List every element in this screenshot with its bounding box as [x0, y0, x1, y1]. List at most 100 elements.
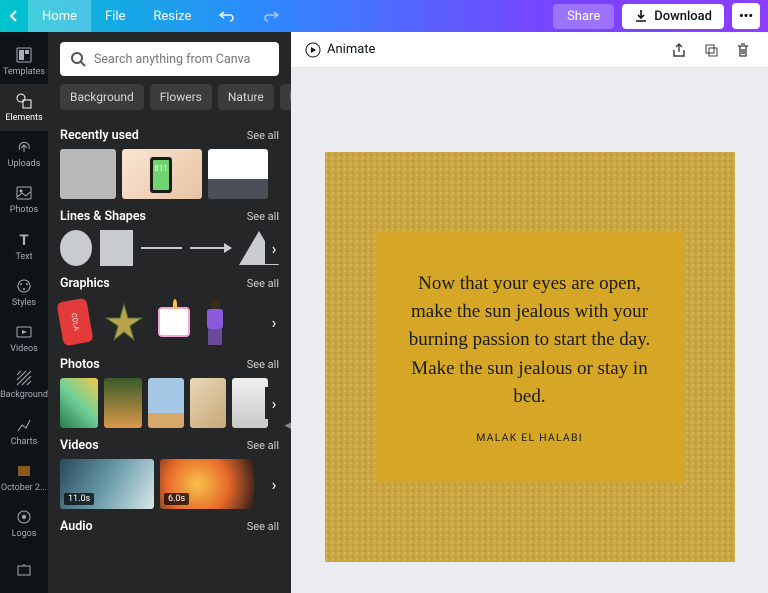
rail-label: Videos	[10, 344, 38, 354]
photos-icon	[15, 184, 33, 202]
rail-label: Text	[15, 252, 32, 262]
quote-text[interactable]: Now that your eyes are open, make the su…	[402, 270, 658, 411]
video-thumb[interactable]: 6.0s	[160, 459, 254, 509]
more-icon	[15, 561, 33, 579]
see-all-link[interactable]: See all	[247, 358, 279, 371]
rail-label: Logos	[12, 529, 37, 539]
logos-icon	[15, 508, 33, 526]
suggestion-chips: Background Flowers Nature Pastel l	[48, 84, 291, 118]
text-icon: T	[15, 231, 33, 249]
section-photos: PhotosSee all ›	[60, 357, 279, 428]
section-title: Photos	[60, 357, 100, 372]
styles-icon	[15, 277, 33, 295]
scroll-right-button[interactable]: ›	[265, 468, 283, 500]
recent-thumb[interactable]	[60, 149, 116, 199]
delete-page-button[interactable]	[732, 39, 754, 61]
canvas-toolbar: Animate	[291, 32, 768, 68]
section-audio: AudioSee all	[60, 519, 279, 534]
animate-button[interactable]: Animate	[305, 42, 375, 58]
share-button[interactable]: Share	[553, 4, 614, 29]
section-graphics: GraphicsSee all COLA ›	[60, 276, 279, 347]
photo-thumb[interactable]	[104, 378, 142, 428]
chip-background[interactable]: Background	[60, 84, 144, 110]
export-page-button[interactable]	[668, 39, 690, 61]
rail-logos[interactable]: Logos	[0, 501, 48, 547]
author-text[interactable]: MALAK EL HALABI	[476, 431, 583, 444]
rail-background[interactable]: Background	[0, 362, 48, 408]
recent-thumb[interactable]: 811	[122, 149, 202, 199]
background-icon	[15, 369, 33, 387]
shape-circle[interactable]	[60, 230, 92, 266]
section-recently-used: Recently used See all 811	[60, 128, 279, 199]
recent-thumb[interactable]	[208, 149, 268, 199]
rail-label: Charts	[11, 437, 38, 447]
rail-more[interactable]	[0, 547, 48, 593]
shape-arrow[interactable]	[190, 247, 231, 249]
shape-line[interactable]	[141, 247, 182, 249]
design-canvas[interactable]: Now that your eyes are open, make the su…	[325, 152, 735, 562]
rail-videos[interactable]: Videos	[0, 316, 48, 362]
graphic-star[interactable]	[104, 302, 144, 342]
video-thumb[interactable]: 11.0s	[60, 459, 154, 509]
rail-styles[interactable]: Styles	[0, 269, 48, 315]
rail-label: Elements	[5, 113, 42, 123]
folder-icon	[15, 462, 33, 480]
menu-resize[interactable]: Resize	[139, 0, 205, 32]
section-title: Recently used	[60, 128, 139, 143]
menu-file[interactable]: File	[91, 0, 139, 32]
chip-flowers[interactable]: Flowers	[150, 84, 212, 110]
video-duration: 11.0s	[64, 493, 94, 505]
rail-label: Uploads	[8, 159, 41, 169]
more-menu-button[interactable]: •••	[732, 3, 760, 29]
undo-button[interactable]	[205, 0, 249, 32]
search-bar[interactable]	[60, 42, 279, 76]
photo-thumb[interactable]	[60, 378, 98, 428]
charts-icon	[15, 416, 33, 434]
top-menu-bar: Home File Resize Share Download •••	[0, 0, 768, 32]
shape-square[interactable]	[100, 230, 132, 266]
photo-thumb[interactable]	[232, 378, 268, 428]
menu-home[interactable]: Home	[28, 0, 91, 32]
see-all-link[interactable]: See all	[247, 277, 279, 290]
canvas-area: Animate Now that your eyes are open, mak…	[291, 32, 768, 593]
rail-folder[interactable]: October 2...	[0, 454, 48, 500]
see-all-link[interactable]: See all	[247, 129, 279, 142]
scroll-right-button[interactable]: ›	[265, 232, 283, 264]
graphic-person[interactable]	[204, 299, 226, 345]
elements-icon	[15, 92, 33, 110]
download-button[interactable]: Download	[622, 4, 724, 29]
graphic-candle[interactable]	[158, 307, 190, 337]
photo-thumb[interactable]	[148, 378, 184, 428]
uploads-icon	[15, 138, 33, 156]
rail-label: October 2...	[1, 483, 47, 493]
rail-elements[interactable]: Elements	[0, 84, 48, 130]
search-input[interactable]	[94, 52, 269, 67]
rail-templates[interactable]: Templates	[0, 38, 48, 84]
photo-thumb[interactable]	[190, 378, 226, 428]
duplicate-page-button[interactable]	[700, 39, 722, 61]
chip-pastel[interactable]: Pastel l	[280, 84, 291, 110]
see-all-link[interactable]: See all	[247, 520, 279, 533]
section-lines-shapes: Lines & ShapesSee all ›	[60, 209, 279, 266]
section-title: Lines & Shapes	[60, 209, 146, 224]
rail-label: Styles	[12, 298, 36, 308]
rail-text[interactable]: T Text	[0, 223, 48, 269]
scroll-right-button[interactable]: ›	[265, 387, 283, 419]
redo-button[interactable]	[249, 0, 293, 32]
rail-label: Photos	[10, 205, 38, 215]
templates-icon	[15, 46, 33, 64]
chip-nature[interactable]: Nature	[218, 84, 274, 110]
download-label: Download	[654, 9, 712, 24]
scroll-right-button[interactable]: ›	[265, 306, 283, 338]
see-all-link[interactable]: See all	[247, 439, 279, 452]
rail-charts[interactable]: Charts	[0, 408, 48, 454]
videos-icon	[15, 323, 33, 341]
rail-uploads[interactable]: Uploads	[0, 131, 48, 177]
video-duration: 6.0s	[164, 493, 189, 505]
rail-photos[interactable]: Photos	[0, 177, 48, 223]
elements-panel: Background Flowers Nature Pastel l Recen…	[48, 32, 291, 593]
see-all-link[interactable]: See all	[247, 210, 279, 223]
graphic-soda-can[interactable]: COLA	[56, 298, 93, 347]
back-button[interactable]	[0, 9, 28, 23]
quote-card[interactable]: Now that your eyes are open, make the su…	[376, 232, 684, 482]
